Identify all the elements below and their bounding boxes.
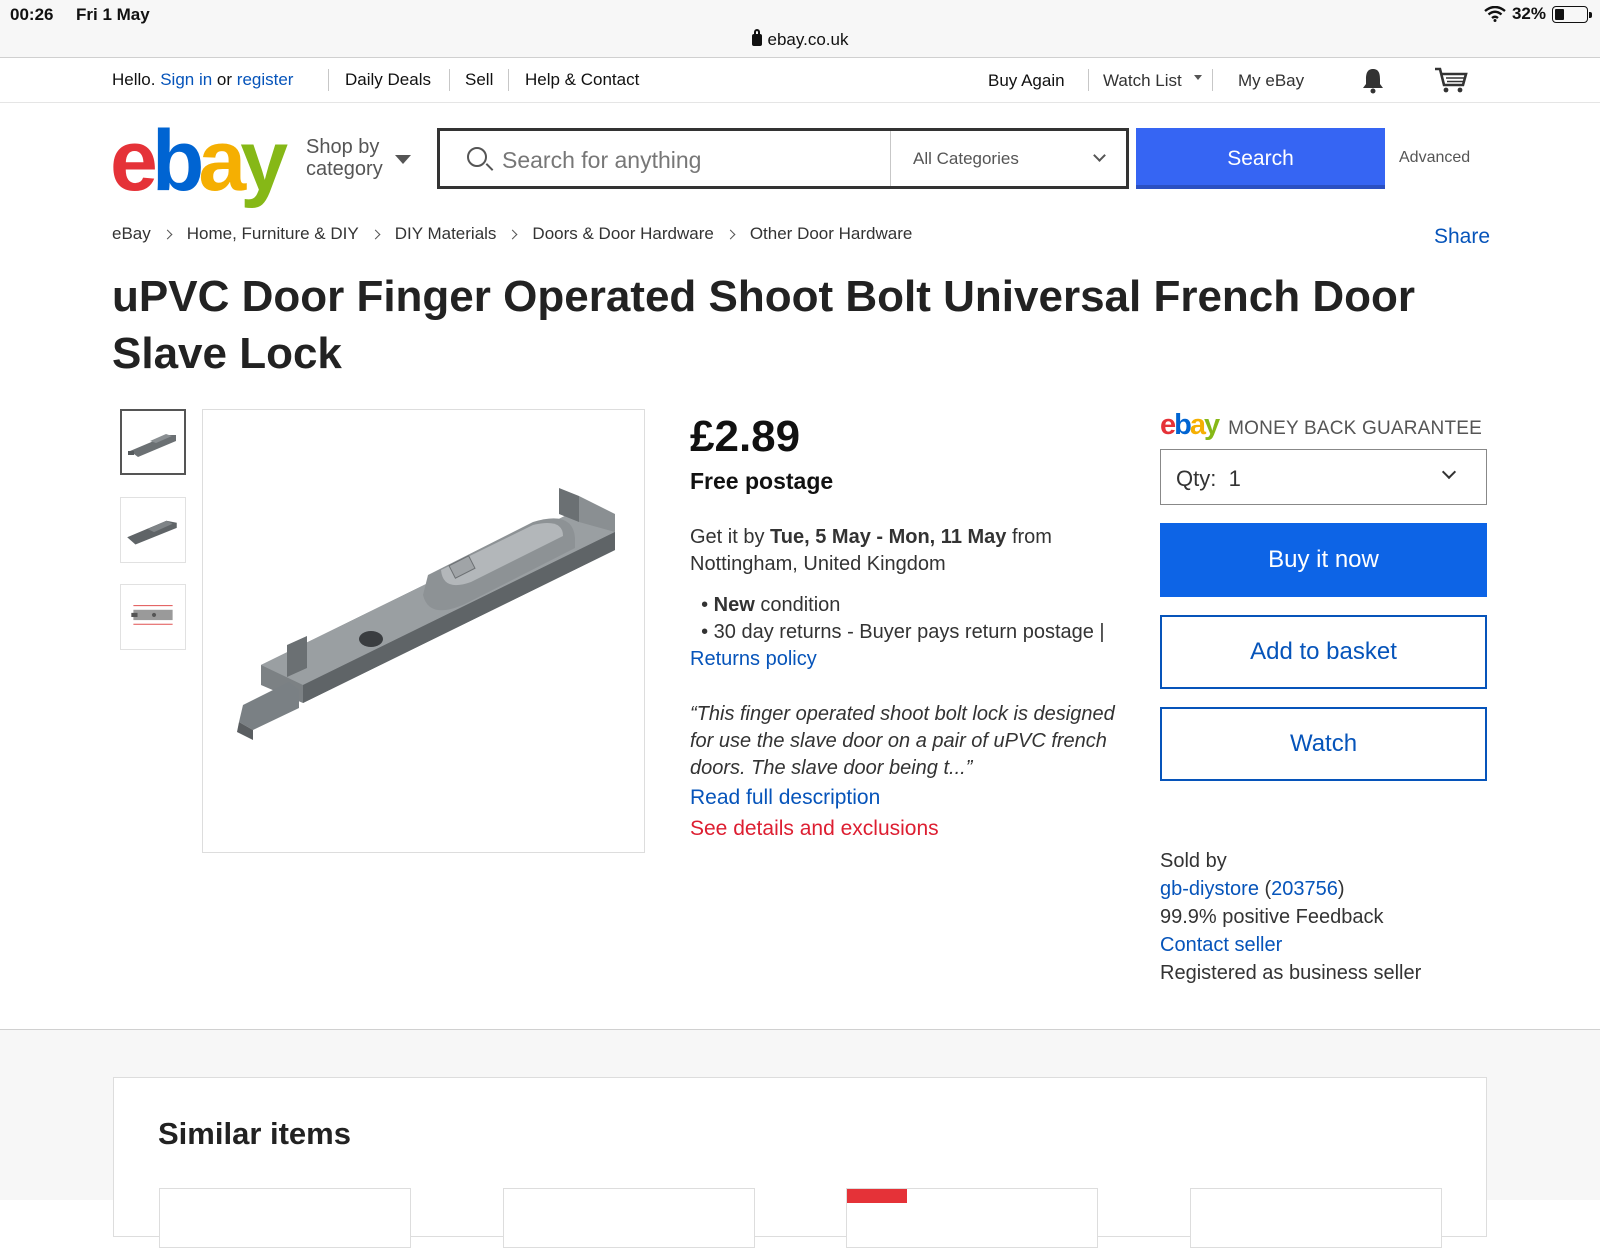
battery-icon [1552,5,1592,23]
divider [508,69,509,91]
sell-link[interactable]: Sell [465,70,493,90]
chevron-down-icon [1441,464,1457,480]
description-snippet: “This finger operated shoot bolt lock is… [690,703,1115,779]
main-product-image[interactable] [202,409,645,853]
item-title: uPVC Door Finger Operated Shoot Bolt Uni… [112,272,1416,378]
address-bar[interactable]: ebay.co.uk [0,29,1600,50]
chevron-right-icon [725,229,736,239]
product-thumb-image [128,434,176,457]
thumbnail-2[interactable] [120,497,186,563]
breadcrumb-item[interactable]: Other Door Hardware [750,224,913,244]
wifi-icon [1484,6,1506,22]
search-button[interactable]: Search [1136,128,1385,189]
quantity-select[interactable]: Qty: 1 [1160,449,1487,505]
registered-business: Registered as business seller [1160,962,1422,984]
divider [328,69,329,91]
watch-button[interactable]: Watch [1160,707,1487,781]
url-text: ebay.co.uk [767,30,849,49]
register-link[interactable]: register [237,70,294,89]
advanced-search-link[interactable]: Advanced [1399,149,1470,167]
daily-deals-link[interactable]: Daily Deals [345,70,431,90]
similar-item[interactable] [1190,1188,1442,1248]
postage: Free postage [690,468,834,494]
help-contact-link[interactable]: Help & Contact [525,70,639,90]
buy-it-now-button[interactable]: Buy it now [1160,523,1487,597]
similar-item[interactable] [159,1188,411,1248]
lock-icon [751,29,762,46]
cart-icon[interactable] [1433,65,1469,95]
clock: 00:26 [10,5,54,24]
my-ebay-link[interactable]: My eBay [1238,71,1304,91]
status-indicators: 32% [1484,4,1592,24]
add-to-basket-button[interactable]: Add to basket [1160,615,1487,689]
buy-again-link[interactable]: Buy Again [988,71,1065,91]
product-diagram-image [131,605,173,625]
caret-down-icon [395,155,411,164]
sign-in-link[interactable]: Sign in [160,70,212,89]
thumbnail-3[interactable] [120,584,186,650]
feedback-percent: 99.9% positive Feedback [1160,906,1384,928]
breadcrumb-item[interactable]: Doors & Door Hardware [532,224,713,244]
divider [1212,69,1213,91]
shoot-bolt-image [237,488,615,740]
chevron-right-icon [370,229,381,239]
read-full-description-link[interactable]: Read full description [690,786,880,810]
ebay-logo[interactable]: ebay [110,118,288,204]
price: £2.89 [690,412,801,461]
breadcrumb-item[interactable]: Home, Furniture & DIY [187,224,359,244]
feedback-score-link[interactable]: 203756 [1271,878,1338,900]
item-highlights: • New condition • 30 day returns - Buyer… [690,592,1110,673]
thumbnail-1[interactable] [120,409,186,475]
chevron-down-icon [1093,149,1106,162]
search-bar: Search for anything All Categories [437,128,1129,189]
ebay-mini-logo: ebay [1160,409,1220,441]
divider [890,131,891,186]
quantity-value: 1 [1228,466,1241,491]
caret-down-icon [1194,75,1202,80]
bell-icon[interactable] [1360,66,1386,94]
similar-items-heading: Similar items [158,1116,351,1151]
breadcrumb: eBay Home, Furniture & DIY DIY Materials… [112,224,912,244]
mbg-text: MONEY BACK GUARANTEE [1228,418,1483,439]
chevron-right-icon [162,229,173,239]
returns-line: • 30 day returns - Buyer pays return pos… [690,621,1105,670]
divider [449,69,450,91]
top-nav: Hello. Sign in or register Daily Deals S… [0,59,1600,103]
greeting: Hello. Sign in or register [112,70,294,89]
divider [1088,69,1089,91]
similar-item[interactable] [503,1188,755,1248]
search-icon [467,147,487,167]
chevron-right-icon [507,229,518,239]
returns-policy-link[interactable]: Returns policy [690,648,817,670]
similar-item[interactable] [846,1188,1098,1248]
breadcrumb-item[interactable]: eBay [112,224,151,244]
seller-info: Sold by gb-diystore (203756) 99.9% posit… [1160,847,1421,987]
condition-line: • New condition [690,594,841,616]
breadcrumb-item[interactable]: DIY Materials [395,224,497,244]
delivery-estimate: Get it by Tue, 5 May - Mon, 11 May from … [690,526,1052,575]
share-link[interactable]: Share [1434,225,1490,249]
category-select[interactable]: All Categories [913,149,1019,169]
product-thumb-image [127,520,177,545]
see-details-link[interactable]: See details and exclusions [690,817,939,841]
shop-by-category[interactable]: Shop by category [306,136,383,180]
battery-percent: 32% [1511,4,1546,23]
watch-list-link[interactable]: Watch List [1103,71,1182,91]
date: Fri 1 May [76,5,150,24]
contact-seller-link[interactable]: Contact seller [1160,931,1421,959]
similar-items-card: Similar items [113,1077,1487,1248]
money-back-guarantee[interactable]: ebay MONEY BACK GUARANTEE [1160,409,1482,442]
seller-name-link[interactable]: gb-diystore [1160,878,1259,900]
search-input[interactable]: Search for anything [502,147,701,174]
ios-status-bar: 00:26 Fri 1 May ebay.co.uk 32% [0,0,1600,58]
sale-badge [847,1189,907,1203]
